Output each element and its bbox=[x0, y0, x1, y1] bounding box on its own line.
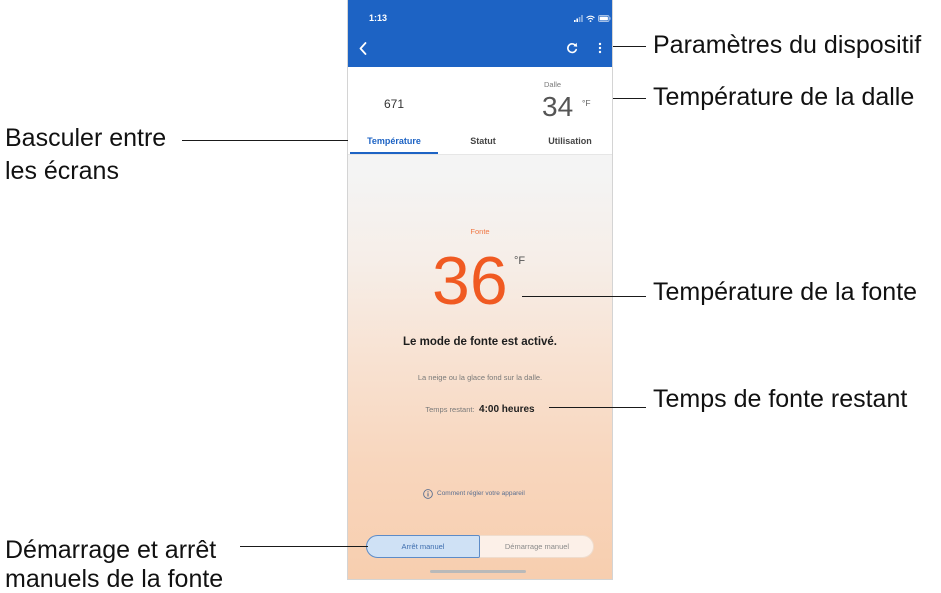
leader-line-melt-temperature bbox=[522, 296, 646, 297]
leader-line-remaining-time bbox=[549, 407, 646, 408]
manual-stop-button[interactable]: Arrêt manuel bbox=[366, 535, 480, 558]
melt-temperature: 36 bbox=[432, 243, 508, 319]
tab-temperature[interactable]: Température bbox=[350, 134, 438, 154]
annotation-remaining-time: Temps de fonte restant bbox=[653, 385, 908, 413]
melt-temperature-unit: °F bbox=[514, 255, 526, 267]
leader-line-manual-start-stop bbox=[240, 546, 368, 547]
refresh-icon bbox=[567, 42, 578, 54]
home-indicator[interactable] bbox=[430, 570, 526, 573]
tab-usage[interactable]: Utilisation bbox=[528, 134, 612, 154]
wifi-icon bbox=[586, 15, 595, 22]
annotation-manual-start-stop-line1: Démarrage et arrêt bbox=[5, 536, 217, 564]
battery-icon bbox=[598, 15, 611, 22]
status-icons bbox=[574, 15, 611, 22]
annotation-manual-start-stop-line2: manuels de la fonte bbox=[5, 565, 224, 593]
annotation-device-settings: Paramètres du dispositif bbox=[653, 31, 922, 59]
melt-status-title: Le mode de fonte est activé. bbox=[402, 336, 557, 348]
device-name: 671 bbox=[384, 97, 405, 111]
leader-line-device-settings bbox=[613, 46, 646, 47]
annotation-switch-screens-line1: Basculer entre bbox=[5, 124, 167, 152]
remaining-time-value: 4:00 heures bbox=[479, 404, 535, 415]
manual-control-segment: Arrêt manuel Démarrage manuel bbox=[366, 535, 594, 558]
help-link-text[interactable]: Comment régler votre appareil bbox=[437, 489, 525, 499]
melt-status-description: La neige ou la glace fond sur la dalle. bbox=[417, 373, 543, 382]
leader-line-switch-screens bbox=[182, 140, 348, 141]
manual-start-button[interactable]: Démarrage manuel bbox=[480, 535, 594, 558]
info-icon bbox=[423, 489, 433, 499]
annotation-melt-temperature: Température de la fonte bbox=[653, 278, 918, 306]
refresh-button[interactable] bbox=[564, 40, 580, 56]
phone-screen: 1:13 Dalle 671 34 °F Température Statut … bbox=[347, 0, 613, 580]
slab-temperature-unit: °F bbox=[582, 98, 591, 108]
more-vertical-icon bbox=[598, 42, 602, 54]
remaining-time-label: Temps restant: bbox=[425, 405, 475, 414]
slab-label: Dalle bbox=[544, 80, 562, 89]
status-time: 1:13 bbox=[369, 13, 388, 23]
app-header: 1:13 bbox=[348, 0, 612, 67]
back-button[interactable] bbox=[356, 40, 370, 56]
annotation-switch-screens-line2: les écrans bbox=[5, 157, 119, 185]
help-link[interactable]: Comment régler votre appareil bbox=[423, 489, 525, 499]
melt-label: Fonte bbox=[470, 227, 490, 236]
remaining-time: Temps restant: 4:00 heures bbox=[348, 402, 612, 416]
chevron-left-icon bbox=[359, 41, 367, 55]
leader-line-slab-temperature bbox=[613, 98, 646, 99]
tab-status[interactable]: Statut bbox=[438, 134, 528, 154]
slab-temperature: 34 bbox=[542, 91, 574, 122]
annotation-slab-temperature: Température de la dalle bbox=[653, 83, 915, 111]
signal-icon bbox=[574, 15, 583, 22]
device-summary: Dalle 671 34 °F Température Statut Utili… bbox=[348, 67, 612, 155]
device-settings-button[interactable] bbox=[594, 40, 606, 56]
